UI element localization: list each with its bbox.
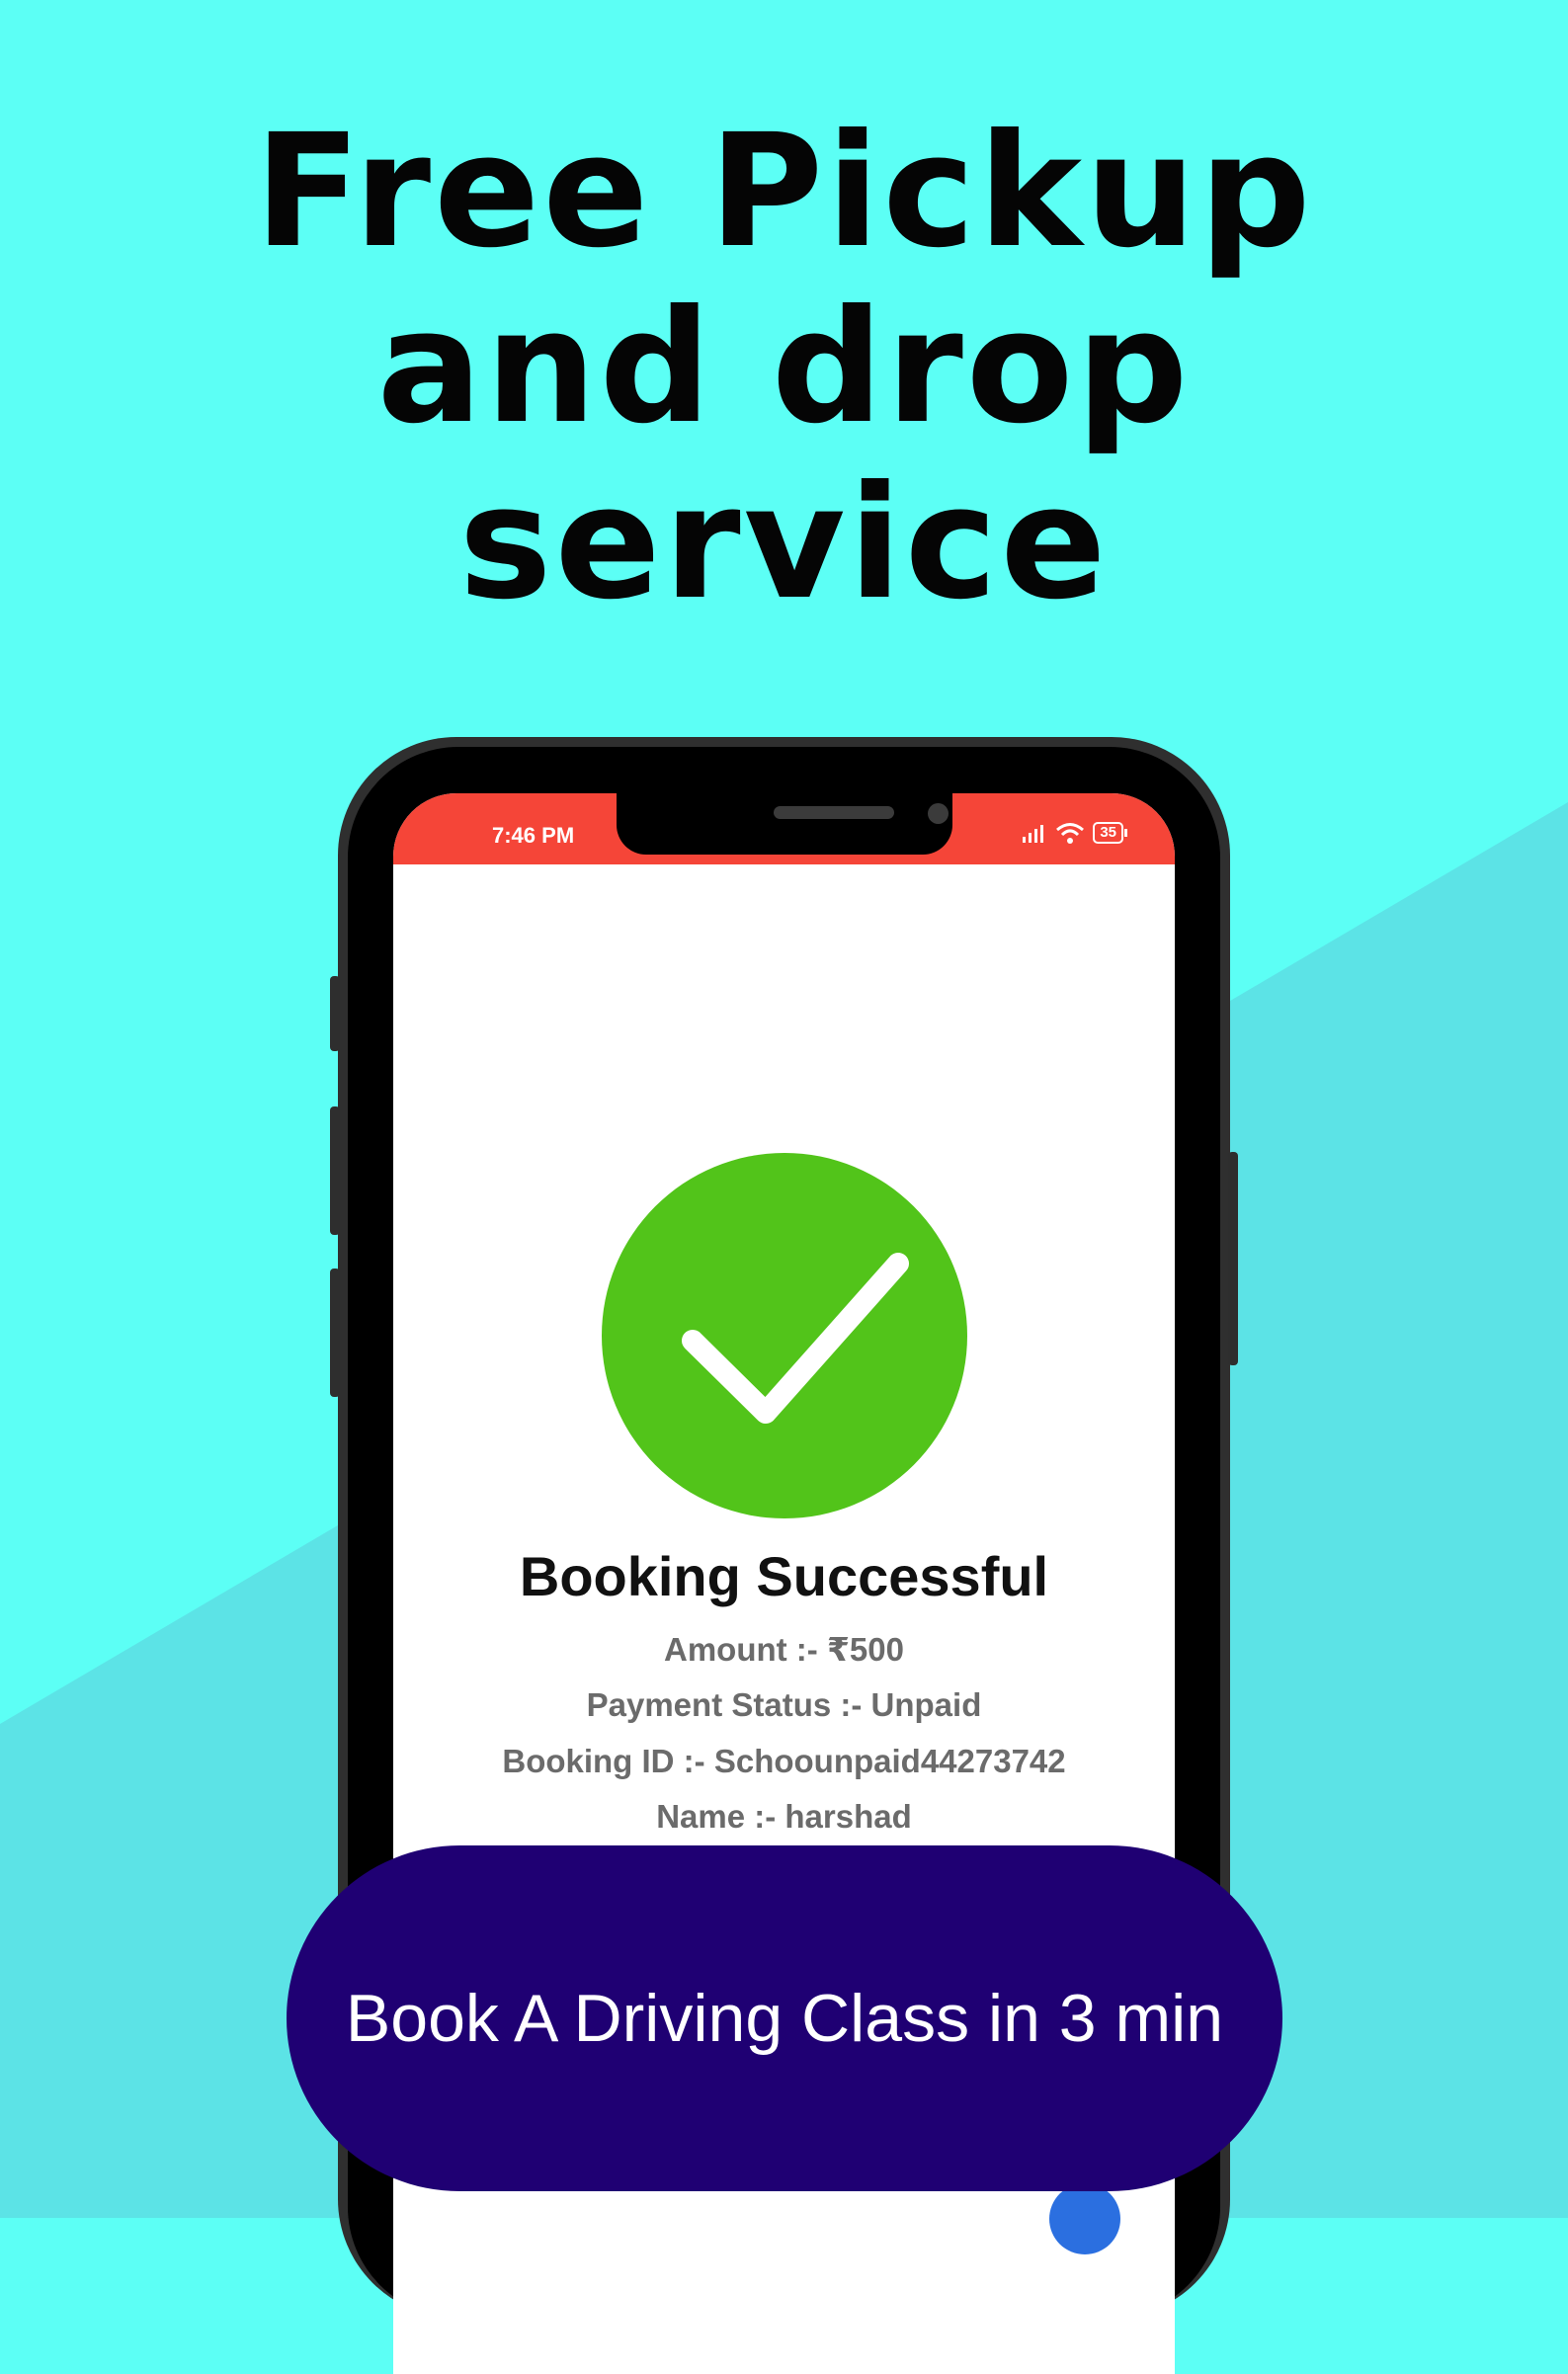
headline: Free Pickup and drop service	[0, 104, 1568, 631]
status-time: 7:46 PM	[492, 823, 575, 848]
floating-action-button[interactable]	[1049, 2183, 1120, 2254]
status-icons: 35	[1022, 821, 1127, 845]
phone-power-button	[1228, 1152, 1238, 1365]
phone-volume-up-button	[330, 1106, 340, 1235]
signal-icon	[1023, 825, 1044, 843]
wifi-icon	[1056, 823, 1085, 844]
phone-notch	[617, 793, 952, 855]
headline-line-3: service	[458, 452, 1110, 634]
status-bar: 7:46 PM 35	[393, 793, 1175, 864]
battery-level: 35	[1093, 822, 1123, 844]
book-driving-class-button[interactable]: Book A Driving Class in 3 min	[287, 1845, 1282, 2191]
booking-title: Booking Successful	[519, 1545, 1049, 1607]
headline-line-1: Free Pickup	[254, 101, 1314, 283]
phone-camera	[928, 803, 949, 824]
headline-line-2: and drop	[376, 277, 1192, 458]
check-icon	[602, 1153, 967, 1518]
phone-volume-down-button	[330, 1269, 340, 1397]
booking-name: Name :- harshad	[656, 1798, 912, 1835]
phone-speaker	[774, 806, 894, 819]
booking-id: Booking ID :- Schoounpaid44273742	[502, 1743, 1066, 1779]
phone-volume-button	[330, 976, 340, 1051]
booking-payment-status: Payment Status :- Unpaid	[586, 1686, 982, 1723]
battery-icon: 35	[1093, 822, 1127, 844]
booking-amount: Amount :- ₹500	[664, 1631, 904, 1668]
